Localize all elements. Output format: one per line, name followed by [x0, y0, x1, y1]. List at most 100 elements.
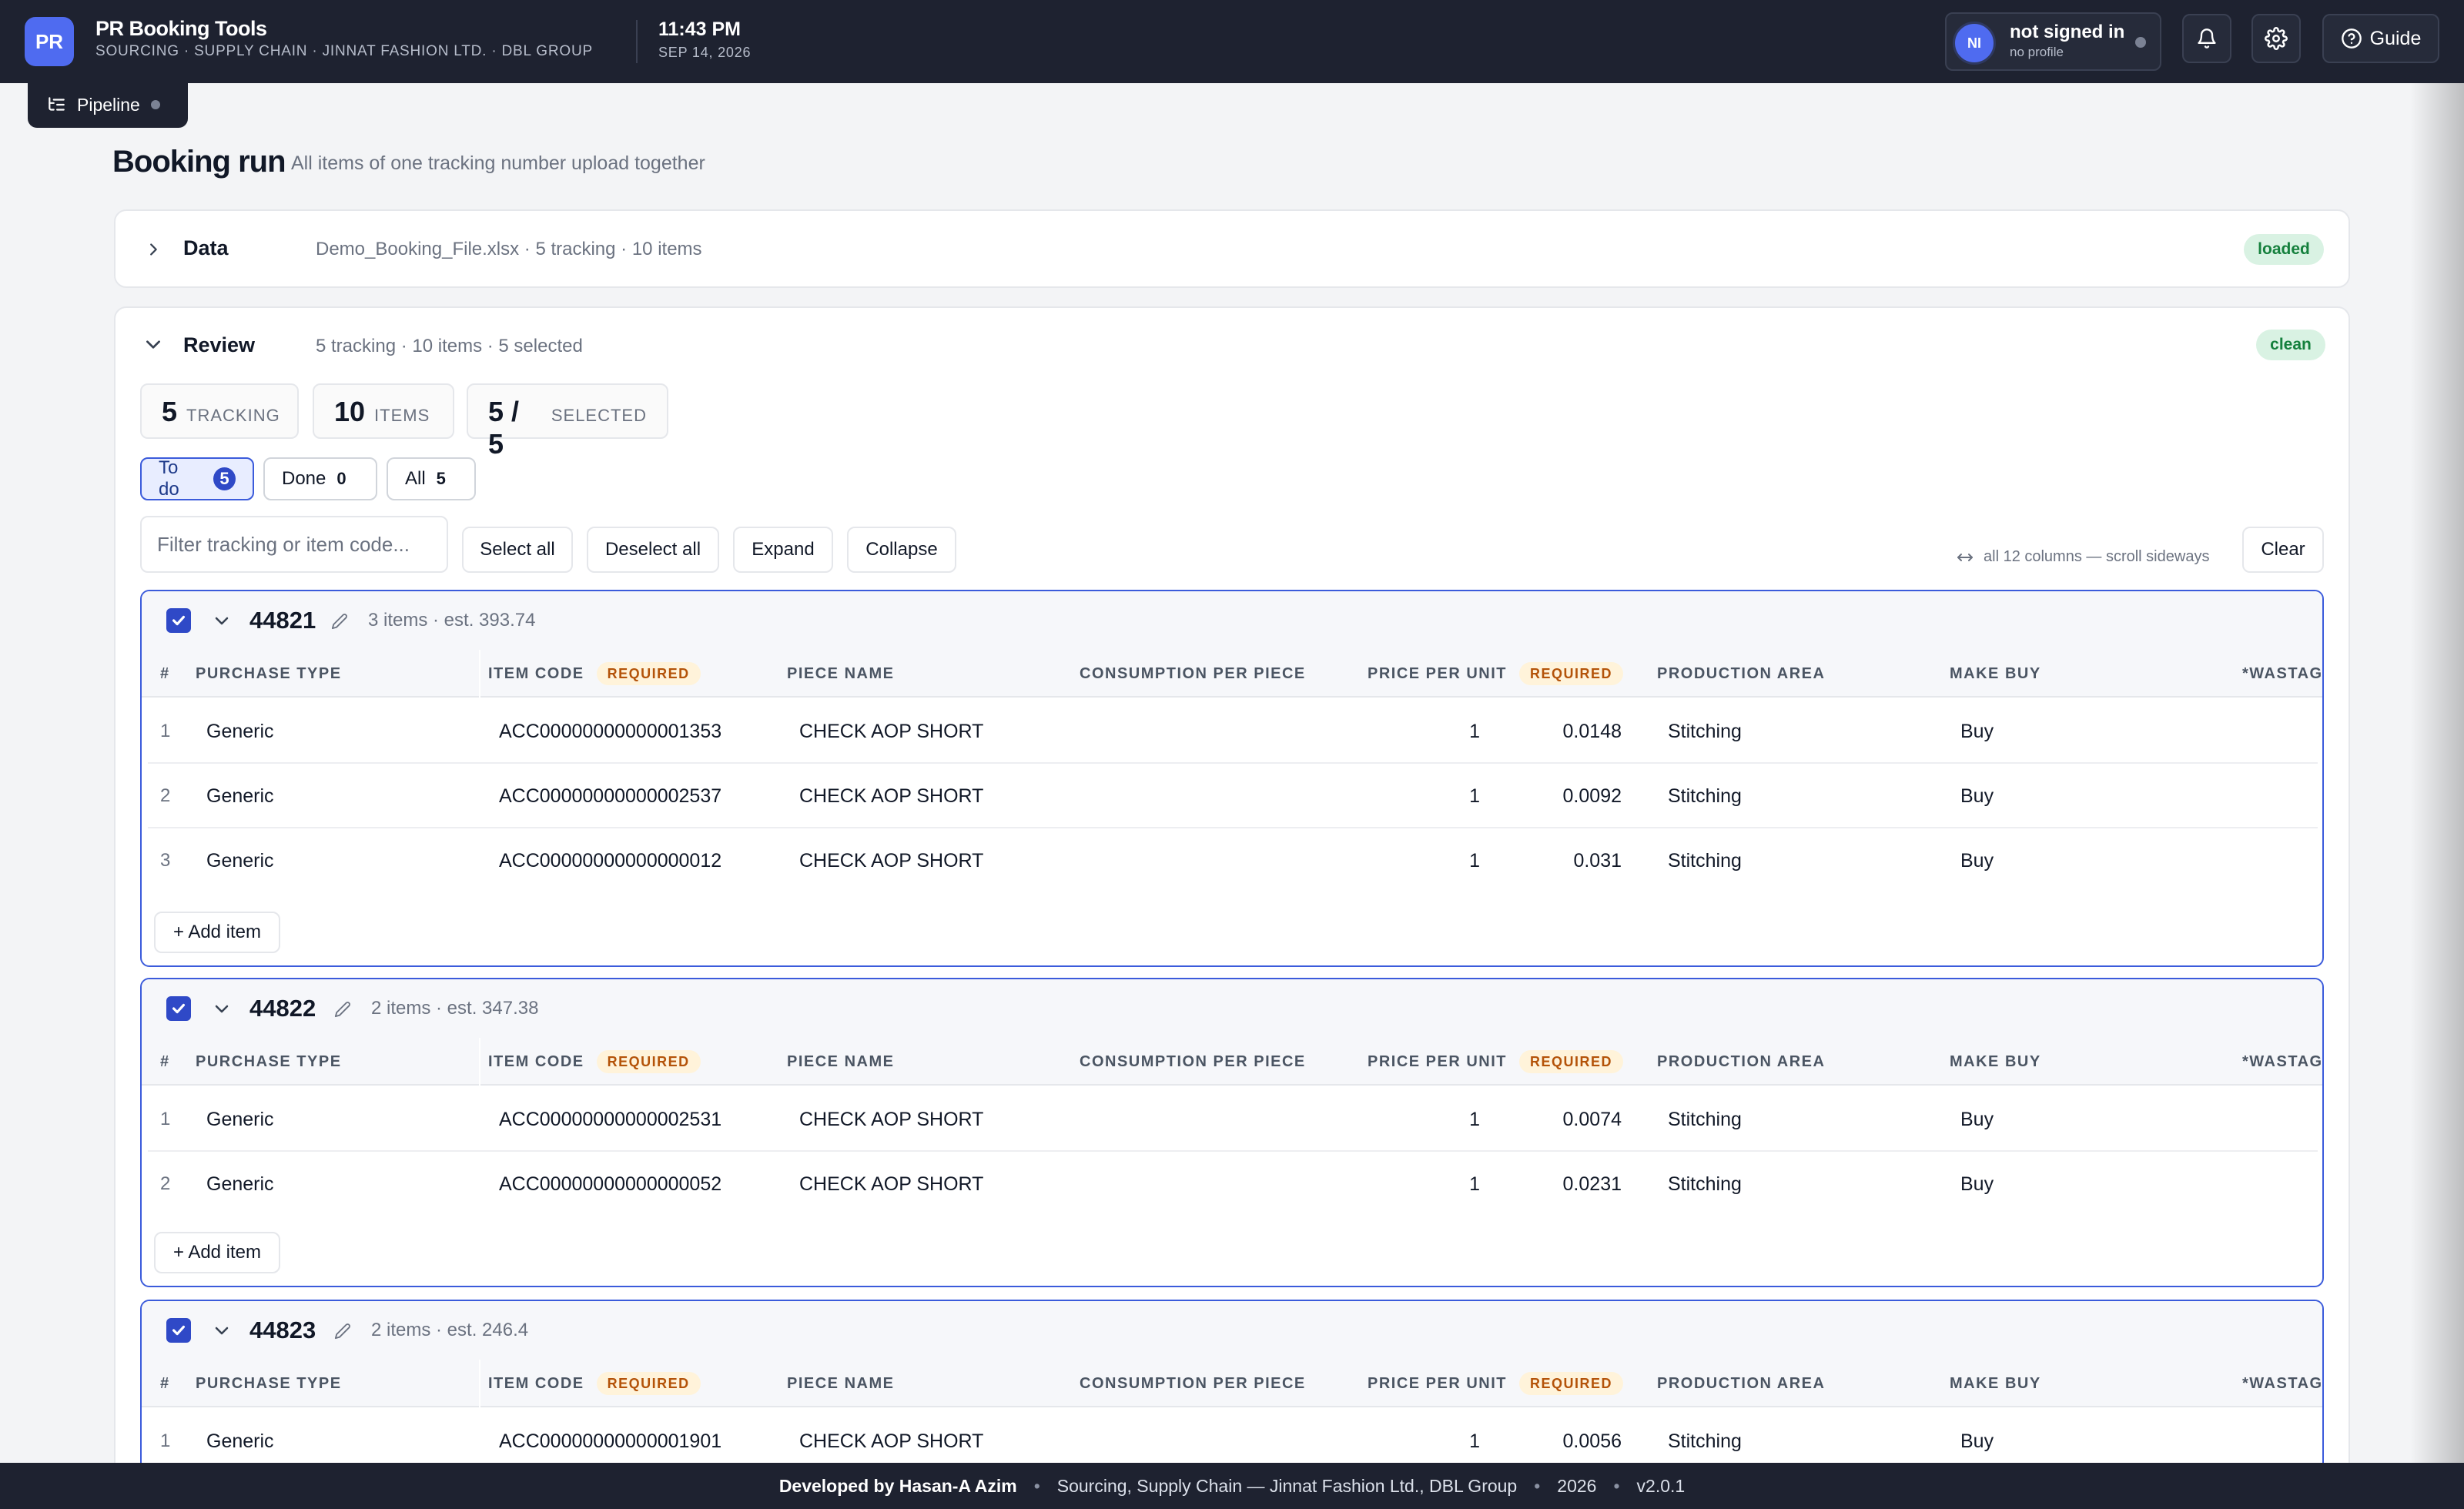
scroll-hint: all 12 columns — scroll sideways [1956, 548, 2209, 566]
notifications-button[interactable] [2182, 14, 2231, 63]
cell-price[interactable]: 0.0148 [1457, 699, 1622, 764]
chevron-down-icon[interactable] [213, 1321, 231, 1340]
chevron-down-icon[interactable] [213, 611, 231, 630]
required-badge: REQUIRED [596, 662, 701, 685]
col-make-buy: MAKE BUY [1950, 1374, 2041, 1392]
cell-piece-name[interactable]: CHECK AOP SHORT [799, 1087, 983, 1152]
col-piece-name: PIECE NAME [787, 1374, 895, 1392]
table-header: # PURCHASE TYPE ITEM CODE REQUIRED PIECE … [142, 650, 2322, 698]
required-badge: REQUIRED [596, 1050, 701, 1073]
page-subtitle: All items of one tracking number upload … [291, 152, 705, 174]
cell-consumption[interactable]: 1 [1072, 764, 1480, 828]
cell-purchase-type[interactable]: Generic [206, 764, 274, 828]
pencil-icon[interactable] [334, 1323, 351, 1340]
col-consumption: CONSUMPTION PER PIECE [1080, 1374, 1306, 1392]
cell-purchase-type[interactable]: Generic [206, 699, 274, 764]
user-menu[interactable]: NI not signed in no profile [1945, 12, 2161, 71]
cell-production-area[interactable]: Stitching [1668, 1152, 1742, 1216]
col-price: PRICE PER UNIT REQUIRED [1368, 1038, 1624, 1086]
cell-production-area[interactable]: Stitching [1668, 1087, 1742, 1152]
divider [636, 20, 638, 63]
tab-done[interactable]: Done 0 [263, 457, 377, 500]
tab-all[interactable]: All 5 [387, 457, 476, 500]
table-header: # PURCHASE TYPE ITEM CODE REQUIRED PIECE … [142, 1038, 2322, 1086]
group-checkbox[interactable] [166, 608, 191, 633]
bell-icon [2196, 28, 2218, 49]
column-divider [479, 650, 480, 698]
table-row: 2 Generic ACC00000000000000052 CHECK AOP… [148, 1152, 2318, 1216]
group-header: 44821 3 items · est. 393.74 [142, 591, 2322, 650]
add-item-button[interactable]: + Add item [154, 912, 280, 953]
chevron-down-icon[interactable] [213, 999, 231, 1018]
col-wastage: *WASTAG [2242, 1374, 2323, 1392]
row-index: 1 [160, 1109, 171, 1129]
cell-consumption[interactable]: 1 [1072, 699, 1480, 764]
tab-count: 5 [213, 467, 236, 490]
cell-purchase-type[interactable]: Generic [206, 1087, 274, 1152]
tracking-group: 44821 3 items · est. 393.74 # PURCHASE T… [140, 590, 2324, 967]
expand-button[interactable]: Expand [733, 527, 833, 573]
cell-price[interactable]: 0.031 [1457, 828, 1622, 893]
col-make-buy: MAKE BUY [1950, 1052, 2041, 1070]
help-circle-icon [2341, 28, 2362, 49]
settings-button[interactable] [2251, 14, 2301, 63]
deselect-all-button[interactable]: Deselect all [587, 527, 719, 573]
cell-make-buy[interactable]: Buy [1960, 1152, 1994, 1216]
section-summary: 5 tracking · 10 items · 5 selected [316, 336, 583, 356]
col-label: ITEM CODE [488, 664, 584, 682]
collapse-button[interactable]: Collapse [847, 527, 956, 573]
cell-make-buy[interactable]: Buy [1960, 699, 1994, 764]
cell-item-code[interactable]: ACC00000000000000012 [499, 828, 721, 893]
col-production-area: PRODUCTION AREA [1657, 664, 1826, 682]
data-section[interactable]: Data Demo_Booking_File.xlsx · 5 tracking… [114, 209, 2350, 288]
cell-make-buy[interactable]: Buy [1960, 828, 1994, 893]
clock-date: SEP 14, 2026 [658, 45, 752, 60]
cell-production-area[interactable]: Stitching [1668, 764, 1742, 828]
pipeline-toggle[interactable]: Pipeline [28, 82, 188, 128]
footer-year: 2026 [1557, 1475, 1597, 1496]
cell-consumption[interactable]: 1 [1072, 828, 1480, 893]
pencil-icon[interactable] [334, 1001, 351, 1018]
page-title: Booking run [112, 145, 286, 179]
list-tree-icon [46, 95, 66, 115]
cell-production-area[interactable]: Stitching [1668, 699, 1742, 764]
cell-item-code[interactable]: ACC00000000000002537 [499, 764, 721, 828]
cell-purchase-type[interactable]: Generic [206, 1152, 274, 1216]
cell-piece-name[interactable]: CHECK AOP SHORT [799, 764, 983, 828]
guide-button[interactable]: Guide [2322, 14, 2439, 63]
cell-piece-name[interactable]: CHECK AOP SHORT [799, 699, 983, 764]
cell-make-buy[interactable]: Buy [1960, 764, 1994, 828]
cell-purchase-type[interactable]: Generic [206, 828, 274, 893]
cell-piece-name[interactable]: CHECK AOP SHORT [799, 1152, 983, 1216]
col-make-buy: MAKE BUY [1950, 664, 2041, 682]
avatar: NI [1953, 22, 1996, 65]
cell-item-code[interactable]: ACC00000000000002531 [499, 1087, 721, 1152]
group-checkbox[interactable] [166, 996, 191, 1021]
cell-item-code[interactable]: ACC00000000000001353 [499, 699, 721, 764]
filter-input[interactable]: Filter tracking or item code... [140, 516, 448, 573]
pencil-icon[interactable] [331, 613, 348, 630]
chevron-down-icon[interactable] [143, 334, 163, 354]
cell-make-buy[interactable]: Buy [1960, 1087, 1994, 1152]
tab-todo[interactable]: To do 5 [140, 457, 254, 500]
group-checkbox[interactable] [166, 1318, 191, 1343]
arrows-horizontal-icon [1956, 550, 1974, 564]
col-label: PRICE PER UNIT [1368, 664, 1508, 682]
col-price: PRICE PER UNIT REQUIRED [1368, 650, 1624, 698]
add-item-button[interactable]: + Add item [154, 1232, 280, 1273]
cell-production-area[interactable]: Stitching [1668, 828, 1742, 893]
clear-button[interactable]: Clear [2242, 527, 2324, 573]
cell-price[interactable]: 0.0092 [1457, 764, 1622, 828]
footer-version: v2.0.1 [1636, 1475, 1686, 1496]
cell-consumption[interactable]: 1 [1072, 1152, 1480, 1216]
cell-price[interactable]: 0.0231 [1457, 1152, 1622, 1216]
cell-price[interactable]: 0.0074 [1457, 1087, 1622, 1152]
cell-piece-name[interactable]: CHECK AOP SHORT [799, 828, 983, 893]
tab-count: 5 [436, 469, 446, 488]
cell-consumption[interactable]: 1 [1072, 1087, 1480, 1152]
select-all-button[interactable]: Select all [462, 527, 573, 573]
user-name: not signed in [2010, 22, 2125, 42]
cell-item-code[interactable]: ACC00000000000000052 [499, 1152, 721, 1216]
group-header: 44823 2 items · est. 246.4 [142, 1301, 2322, 1360]
tracking-number: 44821 [249, 607, 316, 634]
